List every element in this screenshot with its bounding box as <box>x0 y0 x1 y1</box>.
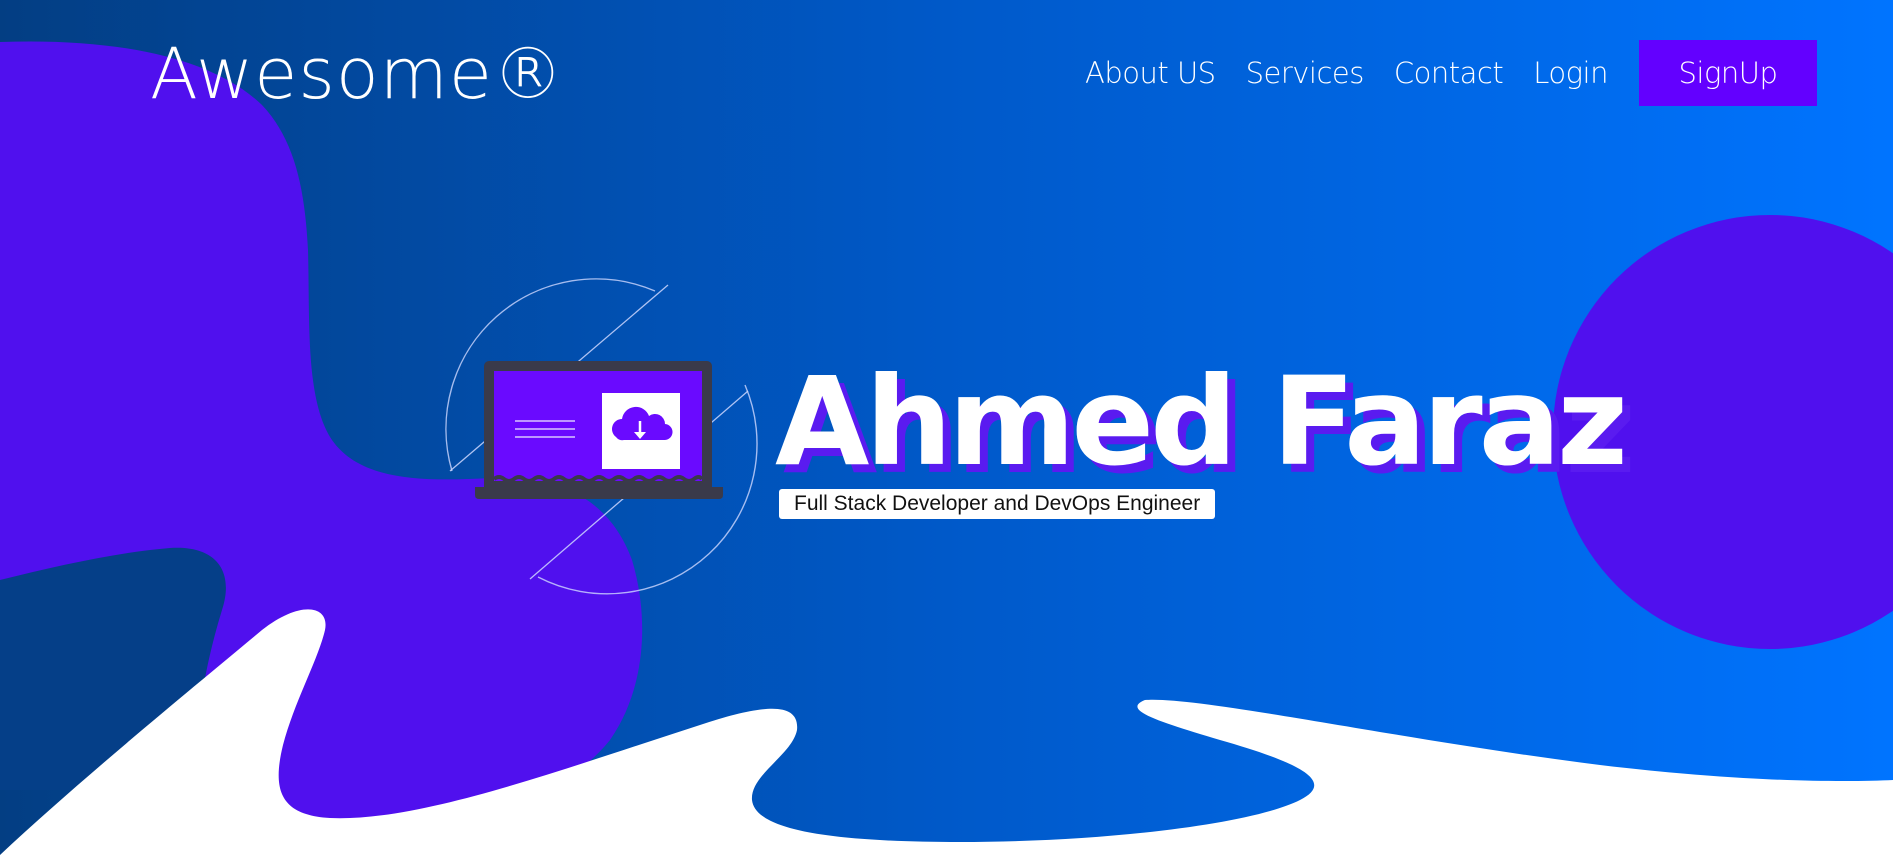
signup-button[interactable]: SignUp <box>1638 40 1817 106</box>
main-nav: About US Services Contact Login SignUp <box>1085 40 1817 106</box>
nav-link-services[interactable]: Services <box>1246 56 1365 90</box>
brand-logo[interactable]: Awesome® <box>150 32 564 116</box>
hero-name-heading: Ahmed Faraz <box>775 351 1628 493</box>
white-wave <box>0 609 1893 864</box>
laptop-cloud-download-icon <box>445 278 758 595</box>
nav-link-login[interactable]: Login <box>1533 56 1608 90</box>
hero-tagline: Full Stack Developer and DevOps Engineer <box>779 489 1216 519</box>
nav-link-about-us[interactable]: About US <box>1085 56 1216 90</box>
hero-section: Awesome® About US Services Contact Login… <box>0 0 1893 864</box>
nav-link-contact[interactable]: Contact <box>1394 56 1504 90</box>
